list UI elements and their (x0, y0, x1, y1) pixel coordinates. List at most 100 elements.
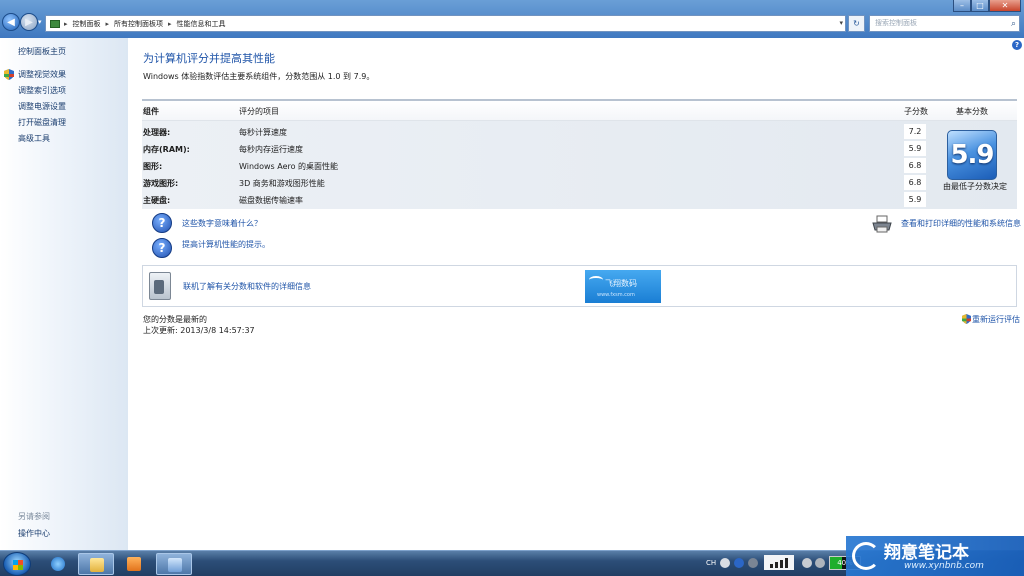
control-panel-icon (168, 558, 182, 572)
table-header: 组件 评分的项目 子分数 基本分数 (142, 101, 1017, 121)
window: ◀ ▶ ▾ ▸ 控制面板 ▸ 所有控制面板项 ▸ 性能信息和工具 ▾ ↻ 搜索控… (0, 0, 1024, 576)
subscore: 6.8 (904, 158, 926, 173)
component-name: 图形: (143, 162, 163, 171)
table-row: 图形: Windows Aero 的桌面性能 6.8 (142, 157, 932, 174)
watermark-logo: 飞翔数码 www.fxsm.com (585, 270, 661, 303)
header-component: 组件 (143, 107, 159, 116)
network-tray-icon[interactable] (802, 558, 812, 568)
sidebar-link-indexing[interactable]: 调整索引选项 (18, 85, 66, 96)
sidebar-link-advanced-tools[interactable]: 高级工具 (18, 133, 50, 144)
chevron-right-icon[interactable]: ▸ (106, 20, 110, 28)
signal-bar (770, 564, 773, 568)
sidebar-link-home[interactable]: 控制面板主页 (18, 46, 66, 57)
page-subtitle: Windows 体验指数评估主要系统组件，分数范围从 1.0 到 7.9。 (143, 72, 375, 81)
signal-strength-icon[interactable] (764, 555, 794, 570)
refresh-button[interactable]: ↻ (848, 15, 865, 32)
base-score-caption: 由最低子分数决定 (943, 182, 1007, 191)
rated-item: 每秒计算速度 (239, 128, 287, 137)
score-table: 组件 评分的项目 子分数 基本分数 处理器: 每秒计算速度 7.2 内存(RAM… (142, 99, 1017, 209)
signal-bar (780, 560, 783, 568)
taskbar-ie[interactable] (40, 553, 76, 575)
watermark-title: 飞翔数码 (605, 279, 637, 288)
maximize-button[interactable]: □ (971, 0, 989, 12)
language-indicator[interactable]: CH (706, 559, 716, 567)
volume-tray-icon[interactable] (815, 558, 825, 568)
online-info-panel: 联机了解有关分数和软件的详细信息 飞翔数码 www.fxsm.com (142, 265, 1017, 307)
chevron-right-icon[interactable]: ▸ (64, 20, 68, 28)
taskbar-explorer[interactable] (78, 553, 114, 575)
table-row: 游戏图形: 3D 商务和游戏图形性能 6.8 (142, 174, 932, 191)
minimize-button[interactable]: – (953, 0, 971, 12)
media-player-icon (127, 557, 141, 571)
folder-icon (90, 558, 104, 572)
swoosh-icon (589, 276, 603, 284)
breadcrumb-performance[interactable]: 性能信息和工具 (177, 19, 226, 29)
link-performance-tips[interactable]: 提高计算机性能的提示。 (182, 239, 270, 250)
search-placeholder: 搜索控制面板 (875, 19, 917, 27)
rated-item: 磁盘数据传输速率 (239, 196, 303, 205)
recent-pages-dropdown[interactable]: ▾ (38, 18, 42, 26)
question-icon: ? (152, 213, 172, 233)
shield-icon (4, 69, 14, 80)
subscore: 5.9 (904, 141, 926, 156)
status-text: 您的分数是最新的 (143, 315, 207, 324)
software-box-icon (149, 272, 171, 300)
signal-bar (785, 558, 788, 568)
sidebar-link-action-center[interactable]: 操作中心 (18, 528, 50, 539)
close-button[interactable]: ✕ (989, 0, 1021, 12)
breadcrumb-control-panel[interactable]: 控制面板 (73, 19, 101, 29)
table-row: 处理器: 每秒计算速度 7.2 (142, 123, 932, 140)
search-icon[interactable]: ⌕ (1011, 17, 1016, 32)
help-icon[interactable]: ? (1012, 40, 1022, 50)
link-online-details[interactable]: 联机了解有关分数和软件的详细信息 (183, 281, 311, 292)
taskbar-control-panel[interactable] (156, 553, 192, 575)
brand-url: www.xynbnb.com (904, 561, 984, 571)
link-rerun-assessment[interactable]: 重新运行评估 (972, 314, 1020, 325)
internet-explorer-icon (51, 557, 65, 571)
chevron-right-icon[interactable]: ▸ (168, 20, 172, 28)
page-title: 为计算机评分并提高其性能 (143, 52, 275, 65)
component-name: 处理器: (143, 128, 171, 137)
sidebar-link-power[interactable]: 调整电源设置 (18, 101, 66, 112)
back-button[interactable]: ◀ (2, 13, 20, 31)
taskbar-media-player[interactable] (116, 553, 152, 575)
component-name: 主硬盘: (143, 196, 171, 205)
subscore: 5.9 (904, 192, 926, 207)
component-name: 游戏图形: (143, 179, 179, 188)
watermark-url: www.fxsm.com (597, 292, 635, 298)
header-base-score: 基本分数 (956, 107, 988, 116)
address-toolbar: ◀ ▶ ▾ ▸ 控制面板 ▸ 所有控制面板项 ▸ 性能信息和工具 ▾ ↻ 搜索控… (0, 0, 1024, 38)
last-update-text: 上次更新: 2013/3/8 14:57:37 (143, 326, 255, 335)
subscore: 6.8 (904, 175, 926, 190)
address-bar[interactable]: ▸ 控制面板 ▸ 所有控制面板项 ▸ 性能信息和工具 ▾ (45, 15, 846, 32)
signal-bar (775, 562, 778, 568)
table-row: 主硬盘: 磁盘数据传输速率 5.9 (142, 191, 932, 208)
header-subscore: 子分数 (904, 107, 928, 116)
base-score-badge: 5.9 (947, 130, 997, 180)
start-button[interactable] (3, 552, 31, 576)
help-tray-icon[interactable] (734, 558, 744, 568)
subscore: 7.2 (904, 124, 926, 139)
settings-tray-icon[interactable] (748, 558, 758, 568)
breadcrumb-all-items[interactable]: 所有控制面板项 (114, 19, 163, 29)
component-name: 内存(RAM): (143, 145, 190, 154)
see-also-heading: 另请参阅 (18, 512, 50, 521)
link-print-details[interactable]: 查看和打印详细的性能和系统信息 (901, 218, 1021, 229)
rated-item: 每秒内存运行速度 (239, 145, 303, 154)
shield-icon (962, 314, 971, 324)
link-what-numbers-mean[interactable]: 这些数字意味着什么？ (182, 218, 262, 229)
sidebar-link-disk-cleanup[interactable]: 打开磁盘清理 (18, 117, 66, 128)
address-dropdown-icon[interactable]: ▾ (839, 19, 843, 27)
input-method-icon[interactable] (720, 558, 730, 568)
rated-item: Windows Aero 的桌面性能 (239, 162, 339, 171)
rated-item: 3D 商务和游戏图形性能 (239, 179, 325, 188)
brand-logo-icon (852, 542, 880, 570)
sidebar-link-visual-effects[interactable]: 调整视觉效果 (18, 69, 66, 80)
printer-icon (872, 215, 892, 233)
forward-button[interactable]: ▶ (20, 13, 38, 31)
brand-title: 翔意笔记本 (884, 543, 969, 563)
table-row: 内存(RAM): 每秒内存运行速度 5.9 (142, 140, 932, 157)
brand-watermark: 翔意笔记本 www.xynbnb.com (846, 536, 1024, 576)
header-rated-item: 评分的项目 (239, 107, 279, 116)
search-input[interactable]: 搜索控制面板 ⌕ (869, 15, 1020, 32)
